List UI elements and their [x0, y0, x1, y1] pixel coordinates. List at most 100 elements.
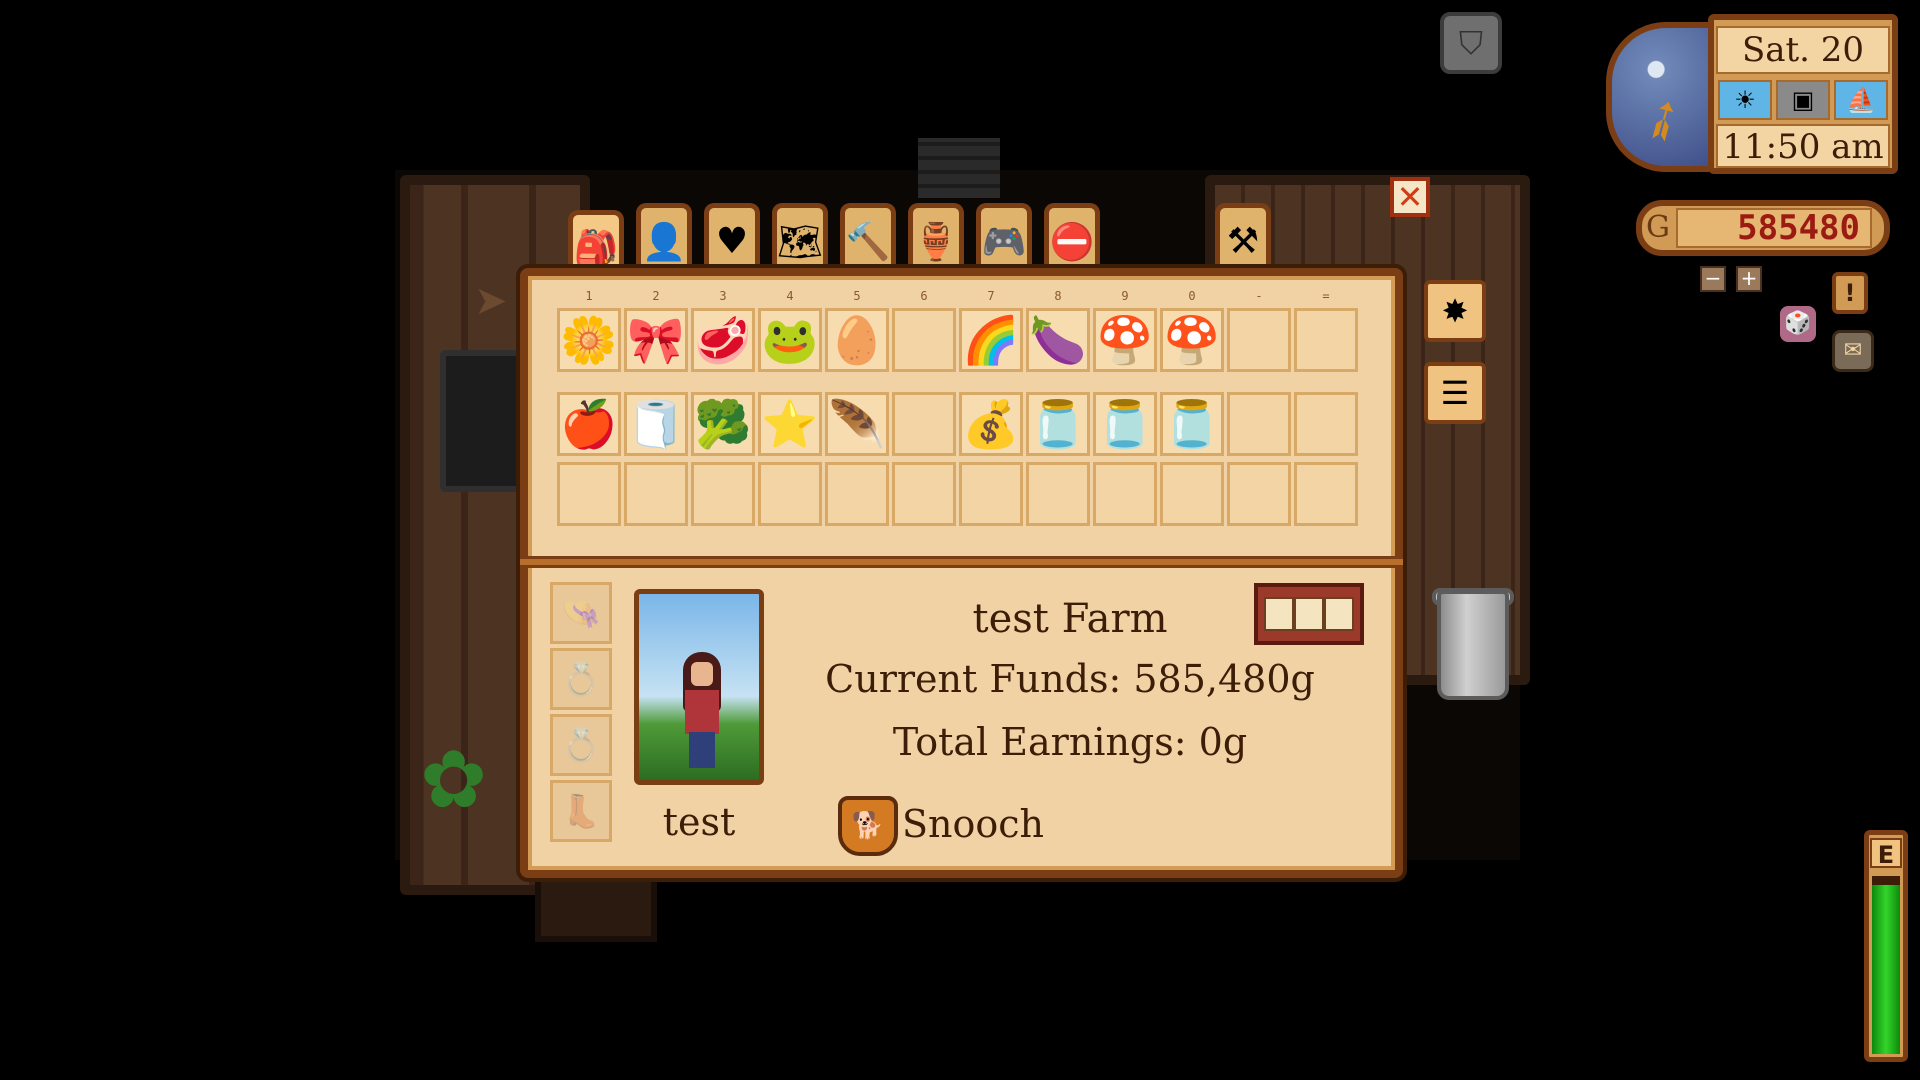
inventory-slot[interactable]: 🌈: [959, 308, 1023, 372]
inventory-slot[interactable]: 🫙: [1160, 392, 1224, 456]
houseplant-icon: ✿: [420, 733, 488, 826]
green-jar-icon: 🫙: [1163, 397, 1221, 451]
energy-track: [1872, 876, 1900, 1054]
dog-icon: 🐕: [838, 796, 898, 856]
tab-options[interactable]: 🎮: [976, 203, 1032, 275]
inventory-slot[interactable]: 🥦: [691, 392, 755, 456]
vase-icon: 🏺: [913, 221, 959, 263]
quest-button[interactable]: ✉: [1832, 330, 1874, 372]
feather-icon: 🪶: [828, 397, 886, 451]
inventory-slot[interactable]: 🐸: [758, 308, 822, 372]
inventory-slot[interactable]: [1227, 308, 1291, 372]
slot-number: 2: [652, 289, 660, 303]
money-prefix: G: [1646, 210, 1670, 245]
inventory-slot[interactable]: 🫙: [1026, 392, 1090, 456]
tab-crafting-right[interactable]: ⚒: [1215, 203, 1271, 275]
slot-number: 3: [719, 289, 727, 303]
inventory-slot[interactable]: [1294, 462, 1358, 526]
close-button[interactable]: ✕: [1390, 177, 1430, 217]
boat-icon: ⛵: [1834, 80, 1888, 120]
shield-icon[interactable]: ⛉: [1440, 12, 1502, 74]
equipment-slots: 👒 💍 💍 👢: [550, 582, 614, 852]
ring-slot-icon: 💍: [561, 726, 601, 764]
golden-egg-icon: 🥚: [828, 313, 886, 367]
tab-collections[interactable]: 🏺: [908, 203, 964, 275]
inventory-slot[interactable]: 🎀: [624, 308, 688, 372]
player-sprite: [675, 652, 729, 772]
tab-map[interactable]: 🗺: [772, 203, 828, 275]
green-mushroom-icon: 🍄: [1163, 313, 1221, 367]
panel-divider: [520, 556, 1403, 568]
backpack-icon: 🎒: [573, 228, 619, 270]
tab-skills[interactable]: 👤: [636, 203, 692, 275]
date-display: Sat. 20: [1716, 26, 1890, 74]
purple-cloth-icon: 🎀: [627, 313, 685, 367]
tab-exit[interactable]: ⛔: [1044, 203, 1100, 275]
inventory-slot[interactable]: [959, 462, 1023, 526]
inventory-slot[interactable]: 🪶: [825, 392, 889, 456]
item-list-button[interactable]: ☰: [1424, 362, 1486, 424]
inventory-slot[interactable]: [758, 462, 822, 526]
inventory-slot[interactable]: [691, 462, 755, 526]
slot-number: 9: [1121, 289, 1129, 303]
hammer-icon: 🔨: [845, 221, 891, 263]
inventory-slot[interactable]: [1160, 462, 1224, 526]
inventory-slot[interactable]: 🍆: [1026, 308, 1090, 372]
money-counter: 585480: [1676, 208, 1872, 248]
slot-number: 4: [786, 289, 794, 303]
weather-row: ☀ ▣ ⛵: [1716, 78, 1890, 122]
inventory-slot[interactable]: [1294, 392, 1358, 456]
inventory-slot[interactable]: [892, 392, 956, 456]
inventory-slot[interactable]: [1227, 392, 1291, 456]
sun-icon: ☀: [1718, 80, 1772, 120]
tab-crafting[interactable]: 🔨: [840, 203, 896, 275]
red-jar-icon: 🫙: [1096, 397, 1154, 451]
inventory-slot[interactable]: 🍄: [1160, 308, 1224, 372]
eggplant-jar-icon: 🫙: [1029, 397, 1087, 451]
trash-can-icon[interactable]: [1437, 590, 1509, 700]
inventory-slot[interactable]: [825, 462, 889, 526]
community-center-button[interactable]: [1254, 583, 1364, 645]
inventory-slot[interactable]: 🥩: [691, 308, 755, 372]
inventory-slot[interactable]: [1227, 462, 1291, 526]
inventory-slot[interactable]: 🌼: [557, 308, 621, 372]
equipment-slot[interactable]: 👒: [550, 582, 612, 644]
slot-number: 1: [585, 289, 593, 303]
inventory-slot[interactable]: [624, 462, 688, 526]
zoom-out-button[interactable]: −: [1700, 266, 1726, 292]
inventory-slot[interactable]: 🍄: [1093, 308, 1157, 372]
equipment-slot[interactable]: 💍: [550, 714, 612, 776]
farm-name: test Farm: [972, 596, 1168, 642]
inventory-slot[interactable]: 🥚: [825, 308, 889, 372]
slot-number: 8: [1054, 289, 1062, 303]
slot-number: -: [1255, 289, 1263, 303]
inventory-slot[interactable]: 💰: [959, 392, 1023, 456]
journal-button[interactable]: !: [1832, 272, 1868, 314]
tab-social[interactable]: ♥: [704, 203, 760, 275]
player-face-icon: 👤: [641, 221, 687, 263]
player-name: test: [662, 800, 736, 844]
stardrop-star-icon: ⭐: [761, 397, 819, 451]
inventory-slot[interactable]: [1026, 462, 1090, 526]
controller-icon: 🎮: [981, 221, 1027, 263]
equipment-slot[interactable]: 👢: [550, 780, 612, 842]
zoom-in-button[interactable]: +: [1736, 266, 1762, 292]
eggplant-sprout-icon: 🍆: [1029, 313, 1087, 367]
inventory-slot[interactable]: [892, 308, 956, 372]
cursor-arrow-icon: ➤: [474, 278, 508, 324]
inventory-slot[interactable]: [892, 462, 956, 526]
inventory-slot[interactable]: 🧻: [624, 392, 688, 456]
inventory-slot[interactable]: ⭐: [758, 392, 822, 456]
luck-dice-icon: 🎲: [1780, 306, 1816, 342]
inventory-slot[interactable]: [557, 462, 621, 526]
inventory-slot[interactable]: [1294, 308, 1358, 372]
equipment-slot[interactable]: 💍: [550, 648, 612, 710]
current-funds: Current Funds: 585,480g: [825, 657, 1315, 701]
inventory-slot[interactable]: 🍎: [557, 392, 621, 456]
organize-button[interactable]: ✸: [1424, 280, 1486, 342]
inventory-slot[interactable]: [1093, 462, 1157, 526]
inventory-slot[interactable]: 🫙: [1093, 392, 1157, 456]
slot-number: 5: [853, 289, 861, 303]
frog-icon: 🐸: [761, 313, 819, 367]
hammer-pickaxe-icon: ⚒: [1226, 221, 1260, 262]
